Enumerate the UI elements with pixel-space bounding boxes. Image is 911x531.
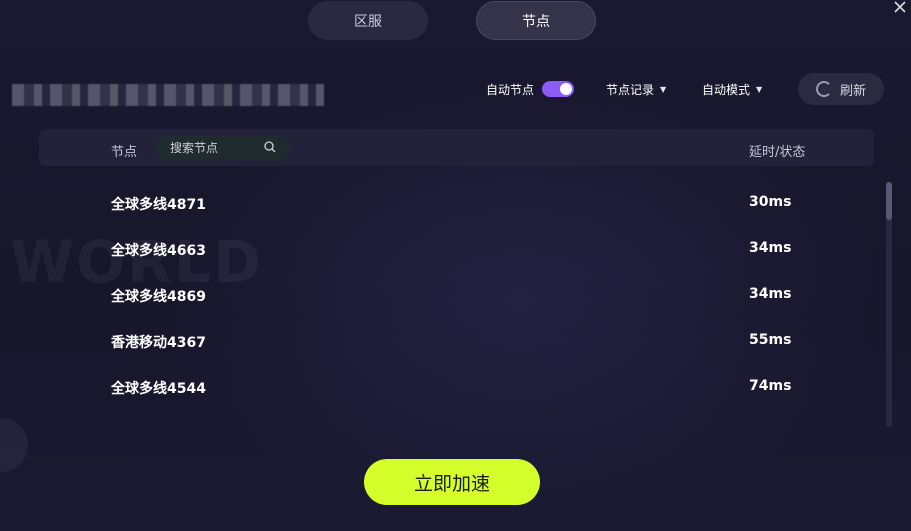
node-name: 全球多线4544	[111, 381, 206, 397]
node-row[interactable]: 全球多线4663 34ms	[0, 226, 911, 272]
node-list: 全球多线4871 30ms 全球多线4663 34ms 全球多线4869 34m…	[0, 180, 911, 410]
node-row[interactable]: 全球多线4871 30ms	[0, 180, 911, 226]
close-icon-svg	[894, 1, 906, 13]
node-name: 全球多线4663	[111, 243, 206, 259]
close-icon[interactable]	[889, 0, 911, 18]
search-box[interactable]	[156, 136, 290, 160]
search-input[interactable]	[170, 140, 258, 156]
refresh-icon	[815, 81, 832, 97]
node-latency: 55ms	[749, 332, 792, 348]
node-name: 全球多线4869	[111, 289, 206, 305]
node-latency: 74ms	[749, 378, 792, 394]
refresh-label: 刷新	[839, 83, 866, 99]
blurred-game-title	[12, 84, 324, 106]
auto-mode-label: 自动模式	[702, 82, 751, 97]
table-header: 节点 延时/状态	[39, 129, 874, 166]
tab-node[interactable]: 节点	[476, 1, 596, 40]
toggle-switch[interactable]	[542, 81, 575, 97]
node-name: 香港移动4367	[111, 335, 206, 351]
refresh-button[interactable]: 刷新	[798, 73, 884, 105]
node-latency: 30ms	[749, 194, 792, 210]
node-row[interactable]: 全球多线4544 74ms	[0, 364, 911, 410]
caret-down-icon: ▼	[756, 84, 763, 94]
auto-node-label: 自动节点	[486, 82, 535, 97]
auto-mode-dropdown[interactable]: 自动模式 ▼	[702, 80, 762, 98]
scrollbar-thumb[interactable]	[886, 182, 892, 220]
tab-region[interactable]: 区服	[308, 1, 428, 40]
node-name: 全球多线4871	[111, 197, 206, 213]
node-record-label: 节点记录	[606, 82, 655, 97]
caret-down-icon: ▼	[660, 84, 667, 94]
node-row[interactable]: 香港移动4367 55ms	[0, 318, 911, 364]
node-row[interactable]: 全球多线4869 34ms	[0, 272, 911, 318]
node-latency: 34ms	[749, 240, 792, 256]
node-record-dropdown[interactable]: 节点记录 ▼	[606, 80, 666, 98]
auto-node-toggle[interactable]: 自动节点	[486, 80, 575, 98]
node-latency: 34ms	[749, 286, 792, 302]
column-header-node: 节点	[111, 145, 138, 160]
accelerate-button[interactable]: 立即加速	[364, 459, 540, 505]
search-icon[interactable]	[263, 140, 277, 154]
column-header-latency: 延时/状态	[749, 145, 806, 160]
